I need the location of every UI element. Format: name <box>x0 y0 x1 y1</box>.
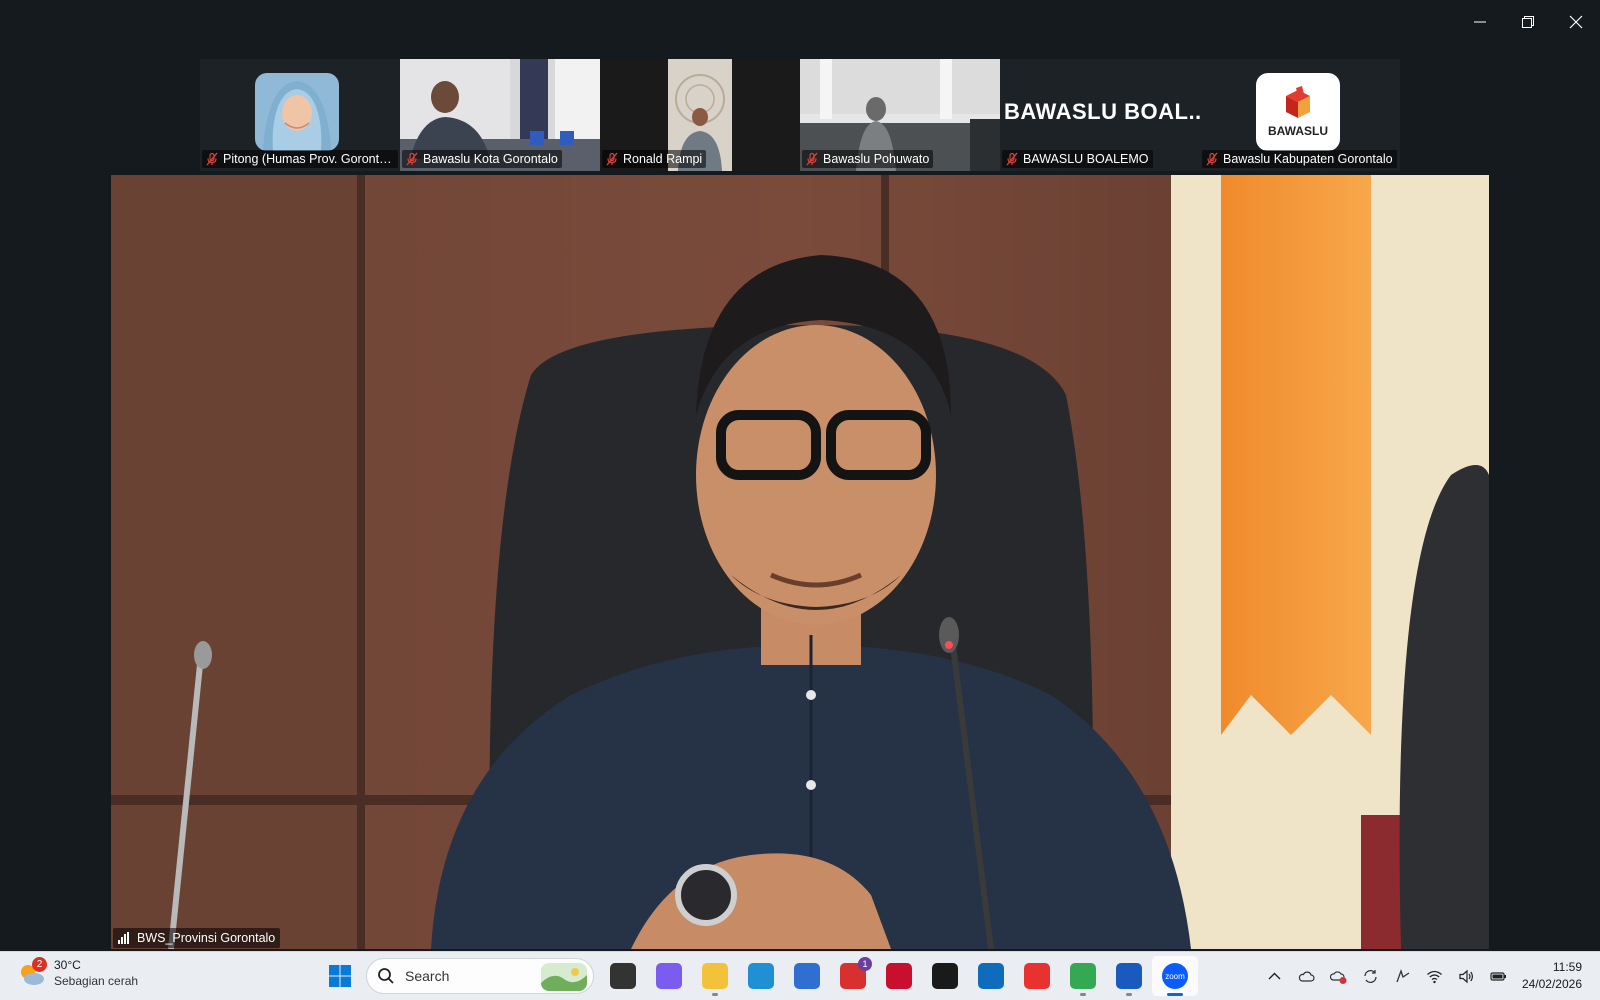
mic-muted-icon <box>606 152 618 166</box>
participant-name-label: Bawaslu Pohuwato <box>802 150 934 168</box>
mic-muted-icon <box>1006 152 1018 166</box>
tray-location[interactable] <box>1386 962 1418 990</box>
tray-sync[interactable] <box>1354 962 1386 990</box>
outlook-icon <box>978 963 1004 989</box>
participant-strip: Pitong (Humas Prov. Gorontal... Bawaslu … <box>200 59 1400 171</box>
taskbar-app-copilot[interactable] <box>646 956 692 996</box>
zoom-icon: zoom <box>1162 963 1188 989</box>
task-view-icon <box>610 963 636 989</box>
dropbox-icon <box>932 963 958 989</box>
taskbar-app-outlook[interactable] <box>968 956 1014 996</box>
participant-name-label: Bawaslu Kota Gorontalo <box>402 150 562 168</box>
search-icon <box>378 968 394 984</box>
start-button[interactable] <box>324 960 356 992</box>
restore-button[interactable] <box>1504 0 1552 44</box>
wifi-icon <box>1426 970 1442 983</box>
taskbar-app-wps-office[interactable] <box>1014 956 1060 996</box>
taskbar-app-l-app[interactable]: 1 <box>830 956 876 996</box>
clock-time: 11:59 <box>1552 960 1582 974</box>
ballot-box-icon <box>1286 86 1310 118</box>
file-explorer-icon <box>702 963 728 989</box>
taskbar-search[interactable]: Search <box>366 958 594 994</box>
taskbar-app-zoom[interactable]: zoom <box>1152 956 1198 996</box>
microsoft-store-icon <box>794 963 820 989</box>
tray-sync-error[interactable] <box>1322 962 1354 990</box>
minimize-icon <box>1474 21 1486 23</box>
participant-name-label: Ronald Rampi <box>602 150 707 168</box>
running-indicator <box>1080 993 1086 996</box>
taskbar-pinned-apps: 1 zoom <box>600 956 1198 996</box>
weather-icon: 2 <box>16 956 47 989</box>
weather-desc: Sebagian cerah <box>54 974 139 988</box>
participant-tile[interactable]: Ronald Rampi <box>600 59 800 171</box>
taskbar-app-dropbox[interactable] <box>922 956 968 996</box>
participant-tile[interactable]: Bawaslu Kota Gorontalo <box>400 59 600 171</box>
taskbar: 2 30°C Sebagian cerah Search 1 zoom 11:5… <box>0 951 1600 1000</box>
main-speaker-name-label: BWS_Provinsi Gorontalo <box>113 928 281 948</box>
tray-volume[interactable] <box>1450 962 1482 990</box>
sync-icon <box>1363 969 1377 983</box>
running-indicator <box>1167 993 1183 996</box>
bawaslu-logo: BAWASLU <box>1256 73 1340 151</box>
search-placeholder: Search <box>405 968 450 984</box>
chrome-icon <box>1070 963 1096 989</box>
weather-temp: 30°C <box>54 958 81 972</box>
taskbar-app-word[interactable] <box>1106 956 1152 996</box>
copilot-icon <box>656 963 682 989</box>
window-controls <box>1456 0 1600 44</box>
minimize-button[interactable] <box>1456 0 1504 44</box>
tray-onedrive[interactable] <box>1290 962 1322 990</box>
volume-icon <box>1458 969 1473 983</box>
show-hidden-icons-button[interactable] <box>1258 962 1290 990</box>
system-tray <box>1258 962 1514 990</box>
cloud-icon <box>1298 971 1315 982</box>
word-icon <box>1116 963 1142 989</box>
participant-name-label: Pitong (Humas Prov. Gorontal... <box>202 150 398 168</box>
participant-name-label: BAWASLU BOALEMO <box>1002 150 1153 168</box>
running-indicator <box>712 993 718 996</box>
clock-date: 24/02/2026 <box>1521 977 1582 991</box>
wps-office-icon <box>1024 963 1050 989</box>
participant-tile[interactable]: BAWASLU BOAL... BAWASLU BOALEMO <box>1000 59 1200 171</box>
participant-name-label: Bawaslu Kabupaten Gorontalo <box>1202 150 1397 168</box>
participant-tile[interactable]: BAWASLU Bawaslu Kabupaten Gorontalo <box>1200 59 1400 171</box>
taskbar-app-file-explorer[interactable] <box>692 956 738 996</box>
location-mic-icon <box>1395 968 1409 982</box>
windows-logo-icon <box>329 965 351 987</box>
running-indicator <box>1126 993 1132 996</box>
participant-tile[interactable]: Bawaslu Pohuwato <box>800 59 1000 171</box>
speaker-video-frame <box>111 175 1489 949</box>
cloud-error-icon <box>1329 970 1346 984</box>
participant-avatar <box>255 73 339 151</box>
taskbar-clock[interactable]: 11:59 24/02/2026 <box>1522 959 1582 993</box>
taskbar-app-mcafee[interactable] <box>876 956 922 996</box>
taskbar-app-edge[interactable] <box>738 956 784 996</box>
close-icon <box>1569 15 1583 29</box>
edge-icon <box>748 963 774 989</box>
main-speaker-video[interactable] <box>111 175 1489 949</box>
taskbar-app-microsoft-store[interactable] <box>784 956 830 996</box>
taskbar-app-task-view[interactable] <box>600 956 646 996</box>
signal-strength-icon <box>118 932 132 944</box>
participant-tile[interactable]: Pitong (Humas Prov. Gorontal... <box>200 59 400 171</box>
participant-display-name: BAWASLU BOAL... <box>1004 99 1200 124</box>
tray-battery[interactable] <box>1482 962 1514 990</box>
mic-muted-icon <box>206 152 218 166</box>
notification-badge: 1 <box>858 957 872 971</box>
weather-widget[interactable]: 2 30°C Sebagian cerah <box>16 956 139 989</box>
app-icon-label: zoom <box>1165 971 1185 981</box>
mic-muted-icon <box>806 152 818 166</box>
battery-icon <box>1489 971 1506 981</box>
mcafee-icon <box>886 963 912 989</box>
weather-badge: 2 <box>32 956 47 972</box>
taskbar-app-chrome[interactable] <box>1060 956 1106 996</box>
search-highlight-image <box>541 963 587 991</box>
restore-icon <box>1522 16 1534 28</box>
close-button[interactable] <box>1552 0 1600 44</box>
mic-muted-icon <box>1206 152 1218 166</box>
mic-muted-icon <box>406 152 418 166</box>
chevron-up-icon <box>1268 972 1280 979</box>
tray-wifi[interactable] <box>1418 962 1450 990</box>
